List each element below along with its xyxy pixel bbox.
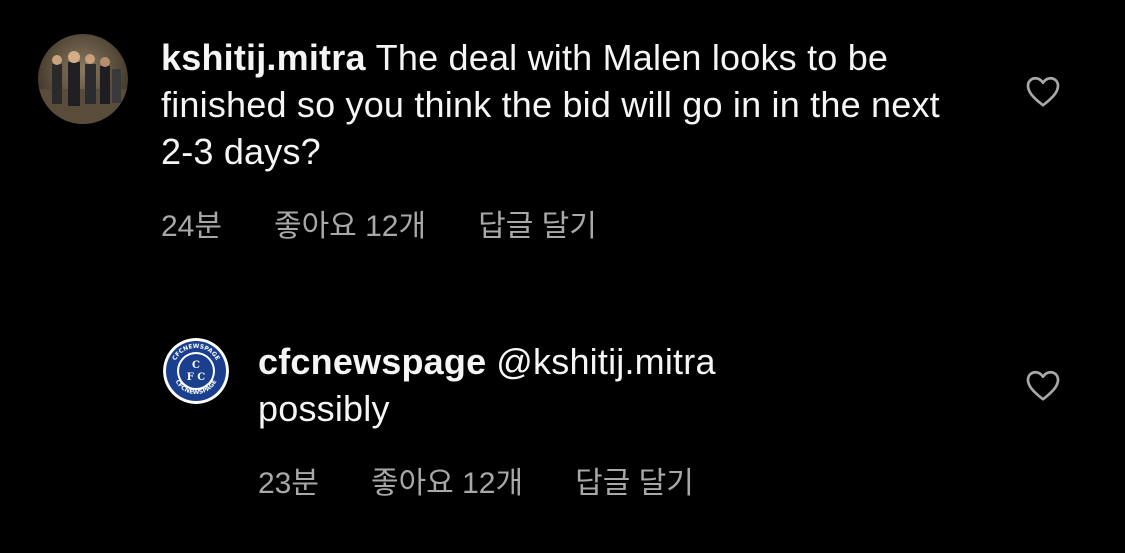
- comment-username[interactable]: kshitij.mitra: [161, 37, 366, 78]
- avatar[interactable]: [38, 34, 128, 124]
- reply-button[interactable]: 답글 달기: [478, 201, 597, 245]
- reply-button[interactable]: 답글 달기: [575, 458, 694, 502]
- likes-count[interactable]: 좋아요 12개: [274, 201, 426, 245]
- comment-time: 23분: [258, 467, 319, 500]
- svg-text:F C: F C: [187, 372, 206, 383]
- avatar[interactable]: C F C CFCNEWSPAGE CFCNEWSPAGE: [163, 338, 229, 404]
- comment-username[interactable]: cfcnewspage: [258, 341, 486, 382]
- user-photo-avatar-icon: [38, 34, 128, 124]
- comment-mention[interactable]: @kshitij.mitra: [496, 341, 715, 382]
- svg-text:C: C: [192, 360, 200, 371]
- likes-count[interactable]: 좋아요 12개: [371, 458, 523, 502]
- heart-icon[interactable]: [1025, 368, 1061, 402]
- comment-text: possibly: [258, 388, 390, 429]
- comment-time: 24분: [161, 210, 222, 243]
- chelsea-crest-avatar-icon: C F C CFCNEWSPAGE CFCNEWSPAGE: [163, 338, 229, 404]
- heart-icon[interactable]: [1025, 74, 1061, 108]
